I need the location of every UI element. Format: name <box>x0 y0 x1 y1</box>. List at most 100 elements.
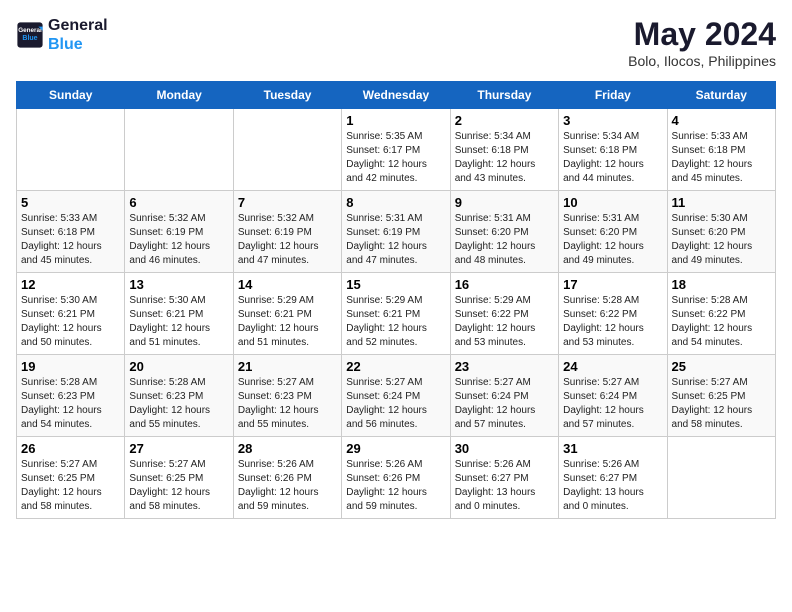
day-number: 11 <box>672 195 771 210</box>
calendar-cell: 8 Sunrise: 5:31 AMSunset: 6:19 PMDaylight… <box>342 191 450 273</box>
calendar-cell: 17 Sunrise: 5:28 AMSunset: 6:22 PMDayligh… <box>559 273 667 355</box>
weekday-header-monday: Monday <box>125 82 233 109</box>
day-number: 13 <box>129 277 228 292</box>
day-info: Sunrise: 5:30 AMSunset: 6:21 PMDaylight:… <box>129 294 228 350</box>
day-number: 18 <box>672 277 771 292</box>
day-number: 10 <box>563 195 662 210</box>
day-info: Sunrise: 5:27 AMSunset: 6:24 PMDaylight:… <box>346 376 445 432</box>
calendar-cell: 13 Sunrise: 5:30 AMSunset: 6:21 PMDayligh… <box>125 273 233 355</box>
weekday-header-friday: Friday <box>559 82 667 109</box>
day-info: Sunrise: 5:27 AMSunset: 6:24 PMDaylight:… <box>563 376 662 432</box>
calendar-cell: 9 Sunrise: 5:31 AMSunset: 6:20 PMDaylight… <box>450 191 558 273</box>
weekday-header-wednesday: Wednesday <box>342 82 450 109</box>
day-number: 20 <box>129 359 228 374</box>
day-number: 25 <box>672 359 771 374</box>
calendar-cell: 20 Sunrise: 5:28 AMSunset: 6:23 PMDayligh… <box>125 355 233 437</box>
calendar-cell: 12 Sunrise: 5:30 AMSunset: 6:21 PMDayligh… <box>17 273 125 355</box>
day-info: Sunrise: 5:29 AMSunset: 6:21 PMDaylight:… <box>238 294 337 350</box>
day-info: Sunrise: 5:27 AMSunset: 6:25 PMDaylight:… <box>672 376 771 432</box>
svg-text:Blue: Blue <box>22 35 37 42</box>
day-number: 31 <box>563 441 662 456</box>
day-info: Sunrise: 5:31 AMSunset: 6:20 PMDaylight:… <box>455 212 554 268</box>
day-info: Sunrise: 5:29 AMSunset: 6:21 PMDaylight:… <box>346 294 445 350</box>
day-info: Sunrise: 5:26 AMSunset: 6:27 PMDaylight:… <box>563 458 662 514</box>
logo: General Blue General Blue <box>16 16 108 54</box>
calendar-week-row: 19 Sunrise: 5:28 AMSunset: 6:23 PMDayligh… <box>17 355 776 437</box>
day-info: Sunrise: 5:27 AMSunset: 6:25 PMDaylight:… <box>129 458 228 514</box>
calendar-cell: 4 Sunrise: 5:33 AMSunset: 6:18 PMDaylight… <box>667 109 775 191</box>
calendar-week-row: 12 Sunrise: 5:30 AMSunset: 6:21 PMDayligh… <box>17 273 776 355</box>
day-number: 17 <box>563 277 662 292</box>
day-info: Sunrise: 5:26 AMSunset: 6:26 PMDaylight:… <box>346 458 445 514</box>
day-number: 23 <box>455 359 554 374</box>
calendar-cell: 3Sunrise: 5:34 AMSunset: 6:18 PMDaylight… <box>559 109 667 191</box>
calendar-week-row: 1Sunrise: 5:35 AMSunset: 6:17 PMDaylight… <box>17 109 776 191</box>
calendar-cell: 28Sunrise: 5:26 AMSunset: 6:26 PMDayligh… <box>233 437 341 519</box>
calendar-cell: 30 Sunrise: 5:26 AMSunset: 6:27 PMDayligh… <box>450 437 558 519</box>
day-info: Sunrise: 5:33 AMSunset: 6:18 PMDaylight:… <box>21 212 120 268</box>
day-info: Sunrise: 5:34 AMSunset: 6:18 PMDaylight:… <box>455 130 554 186</box>
day-info: Sunrise: 5:33 AMSunset: 6:18 PMDaylight:… <box>672 130 771 186</box>
calendar-cell: 26Sunrise: 5:27 AMSunset: 6:25 PMDayligh… <box>17 437 125 519</box>
day-info: Sunrise: 5:31 AMSunset: 6:19 PMDaylight:… <box>346 212 445 268</box>
day-info: Sunrise: 5:28 AMSunset: 6:22 PMDaylight:… <box>563 294 662 350</box>
calendar-cell: 29 Sunrise: 5:26 AMSunset: 6:26 PMDayligh… <box>342 437 450 519</box>
title-area: May 2024 Bolo, Ilocos, Philippines <box>628 16 776 69</box>
day-number: 29 <box>346 441 445 456</box>
page-header: General Blue General Blue May 2024 Bolo,… <box>16 16 776 69</box>
calendar-cell: 5 Sunrise: 5:33 AMSunset: 6:18 PMDaylight… <box>17 191 125 273</box>
logo-text-blue: Blue <box>48 35 108 54</box>
logo-text-general: General <box>48 16 108 35</box>
calendar-cell: 25 Sunrise: 5:27 AMSunset: 6:25 PMDayligh… <box>667 355 775 437</box>
day-info: Sunrise: 5:32 AMSunset: 6:19 PMDaylight:… <box>129 212 228 268</box>
day-info: Sunrise: 5:32 AMSunset: 6:19 PMDaylight:… <box>238 212 337 268</box>
day-info: Sunrise: 5:26 AMSunset: 6:27 PMDaylight:… <box>455 458 554 514</box>
calendar-week-row: 5 Sunrise: 5:33 AMSunset: 6:18 PMDaylight… <box>17 191 776 273</box>
day-info: Sunrise: 5:28 AMSunset: 6:22 PMDaylight:… <box>672 294 771 350</box>
day-number: 2 <box>455 113 554 128</box>
day-number: 7 <box>238 195 337 210</box>
calendar-cell: 23Sunrise: 5:27 AMSunset: 6:24 PMDayligh… <box>450 355 558 437</box>
calendar-cell <box>233 109 341 191</box>
day-info: Sunrise: 5:30 AMSunset: 6:20 PMDaylight:… <box>672 212 771 268</box>
day-info: Sunrise: 5:27 AMSunset: 6:23 PMDaylight:… <box>238 376 337 432</box>
calendar-cell: 27 Sunrise: 5:27 AMSunset: 6:25 PMDayligh… <box>125 437 233 519</box>
calendar-cell: 21Sunrise: 5:27 AMSunset: 6:23 PMDayligh… <box>233 355 341 437</box>
day-info: Sunrise: 5:35 AMSunset: 6:17 PMDaylight:… <box>346 130 445 186</box>
weekday-header-thursday: Thursday <box>450 82 558 109</box>
day-info: Sunrise: 5:30 AMSunset: 6:21 PMDaylight:… <box>21 294 120 350</box>
day-info: Sunrise: 5:28 AMSunset: 6:23 PMDaylight:… <box>129 376 228 432</box>
calendar-cell: 6 Sunrise: 5:32 AMSunset: 6:19 PMDaylight… <box>125 191 233 273</box>
day-number: 14 <box>238 277 337 292</box>
svg-text:General: General <box>18 27 42 34</box>
day-number: 19 <box>21 359 120 374</box>
day-number: 6 <box>129 195 228 210</box>
day-number: 22 <box>346 359 445 374</box>
calendar-cell: 31 Sunrise: 5:26 AMSunset: 6:27 PMDayligh… <box>559 437 667 519</box>
calendar-cell: 16Sunrise: 5:29 AMSunset: 6:22 PMDayligh… <box>450 273 558 355</box>
day-number: 30 <box>455 441 554 456</box>
calendar-cell: 1Sunrise: 5:35 AMSunset: 6:17 PMDaylight… <box>342 109 450 191</box>
day-number: 8 <box>346 195 445 210</box>
day-number: 5 <box>21 195 120 210</box>
day-number: 27 <box>129 441 228 456</box>
calendar-cell <box>667 437 775 519</box>
calendar-cell: 10 Sunrise: 5:31 AMSunset: 6:20 PMDayligh… <box>559 191 667 273</box>
calendar-cell: 2 Sunrise: 5:34 AMSunset: 6:18 PMDaylight… <box>450 109 558 191</box>
day-number: 28 <box>238 441 337 456</box>
day-info: Sunrise: 5:28 AMSunset: 6:23 PMDaylight:… <box>21 376 120 432</box>
day-number: 12 <box>21 277 120 292</box>
calendar-table: SundayMondayTuesdayWednesdayThursdayFrid… <box>16 81 776 519</box>
location-subtitle: Bolo, Ilocos, Philippines <box>628 53 776 69</box>
day-number: 4 <box>672 113 771 128</box>
calendar-cell: 24Sunrise: 5:27 AMSunset: 6:24 PMDayligh… <box>559 355 667 437</box>
day-number: 9 <box>455 195 554 210</box>
calendar-cell: 15 Sunrise: 5:29 AMSunset: 6:21 PMDayligh… <box>342 273 450 355</box>
calendar-week-row: 26 Sunrise: 5:27 AMSunset: 6:25 PMDayligh… <box>17 437 776 519</box>
logo-icon: General Blue <box>16 21 44 49</box>
day-info: Sunrise: 5:31 AMSunset: 6:20 PMDaylight:… <box>563 212 662 268</box>
calendar-cell: 18 Sunrise: 5:28 AMSunset: 6:22 PMDayligh… <box>667 273 775 355</box>
calendar-cell: 11 Sunrise: 5:30 AMSunset: 6:20 PMDayligh… <box>667 191 775 273</box>
day-number: 26 <box>21 441 120 456</box>
day-number: 15 <box>346 277 445 292</box>
